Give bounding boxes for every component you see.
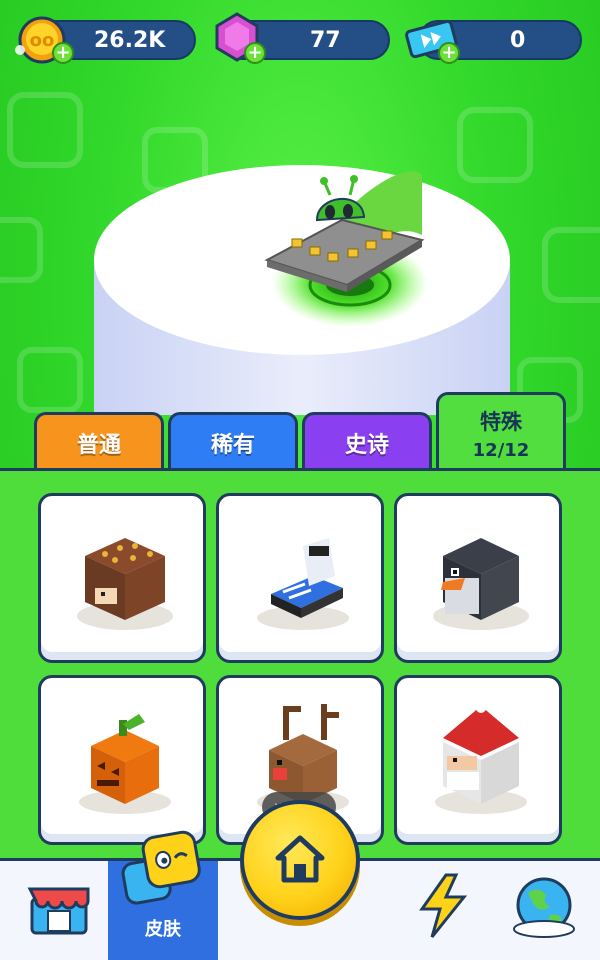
tab-common-label: 普通 — [76, 432, 121, 458]
skin-card-santa[interactable] — [394, 675, 562, 845]
penguin-skin-icon — [433, 538, 529, 630]
skin-card-hedgehog[interactable] — [38, 493, 206, 663]
tab-epic[interactable]: 史诗 — [302, 412, 432, 470]
coins-add-button[interactable]: + — [52, 42, 74, 64]
hedgehog-skin-icon — [77, 538, 173, 630]
skin-card-sneaker[interactable] — [216, 493, 384, 663]
skin-preview-stage — [94, 165, 510, 415]
home-button[interactable] — [240, 800, 360, 920]
tickets-value: 0 — [510, 27, 526, 53]
currency-bar: 26.2K oo + 77 + 0 + — [0, 0, 600, 70]
gems-add-button[interactable]: + — [244, 42, 266, 64]
skin-card-pumpkin[interactable] — [38, 675, 206, 845]
rarity-tabs: 普通 稀有 史诗 特殊 12/12 — [0, 390, 600, 472]
shop-icon[interactable] — [26, 875, 92, 941]
home-icon — [275, 835, 325, 883]
lightning-icon[interactable] — [416, 873, 470, 939]
tab-special[interactable]: 特殊 12/12 — [436, 392, 566, 472]
santa-skin-icon — [435, 703, 527, 814]
tab-epic-label: 史诗 — [344, 432, 389, 458]
tab-common[interactable]: 普通 — [34, 412, 164, 470]
skin-card-penguin[interactable] — [394, 493, 562, 663]
skins-character-icon — [121, 830, 201, 905]
tab-special-label: 特殊 — [480, 410, 522, 434]
tab-rare[interactable]: 稀有 — [168, 412, 298, 470]
tickets-add-button[interactable]: + — [438, 42, 460, 64]
svg-text:oo: oo — [30, 30, 55, 51]
sneaker-skin-icon — [257, 538, 349, 630]
tab-rare-label: 稀有 — [210, 432, 255, 458]
gems-value: 77 — [310, 27, 341, 53]
pumpkin-skin-icon — [79, 714, 171, 814]
tab-special-count: 12/12 — [472, 440, 530, 461]
coins-value: 26.2K — [94, 27, 166, 53]
globe-icon[interactable] — [508, 871, 580, 941]
